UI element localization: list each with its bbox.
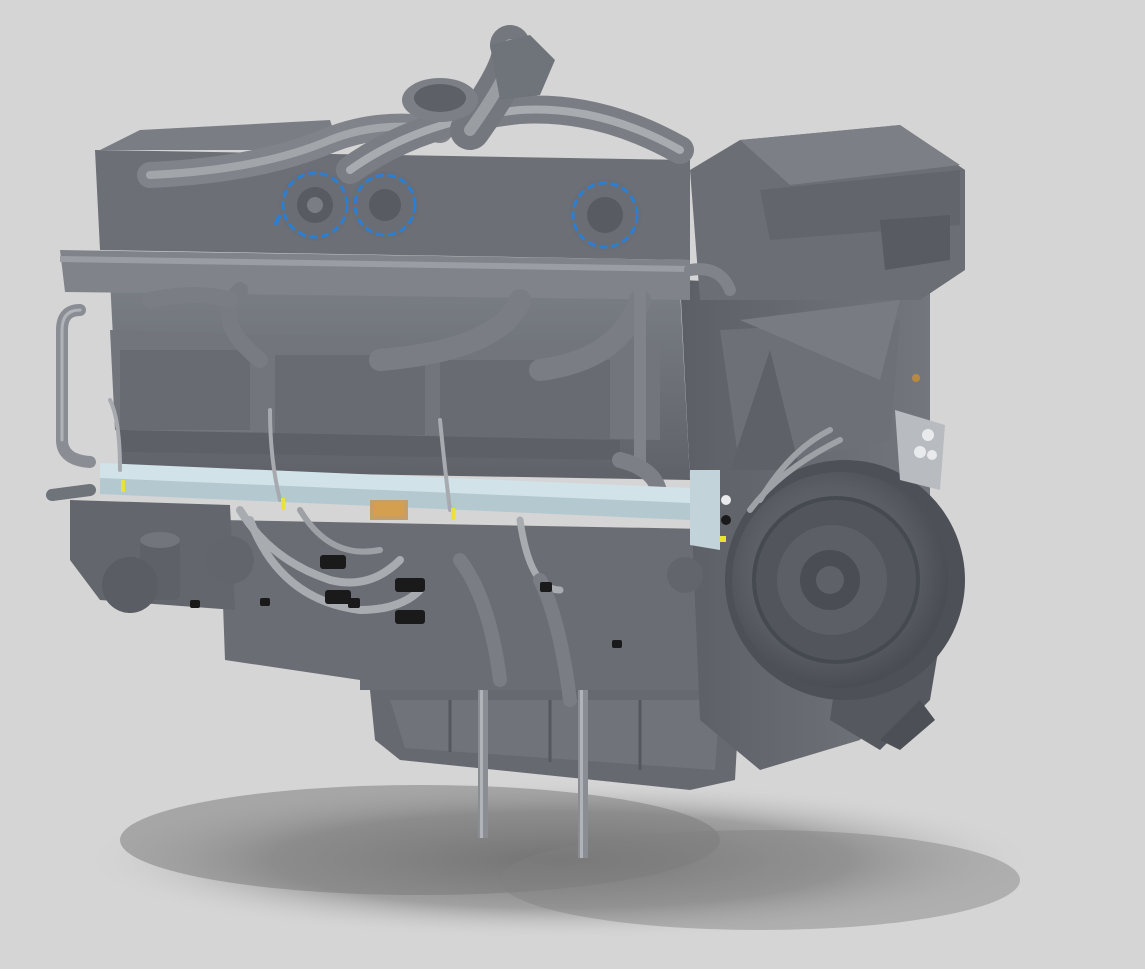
turbo-1 bbox=[279, 169, 351, 241]
cad-viewport[interactable] bbox=[0, 0, 1145, 969]
engine-block bbox=[110, 280, 690, 480]
engine-render bbox=[46, 25, 1040, 940]
air-intake-housing bbox=[690, 125, 965, 300]
oil-pan bbox=[370, 690, 740, 790]
turbo-3 bbox=[569, 179, 641, 251]
turbo-2 bbox=[351, 171, 419, 239]
ground-shadow bbox=[80, 780, 1040, 940]
